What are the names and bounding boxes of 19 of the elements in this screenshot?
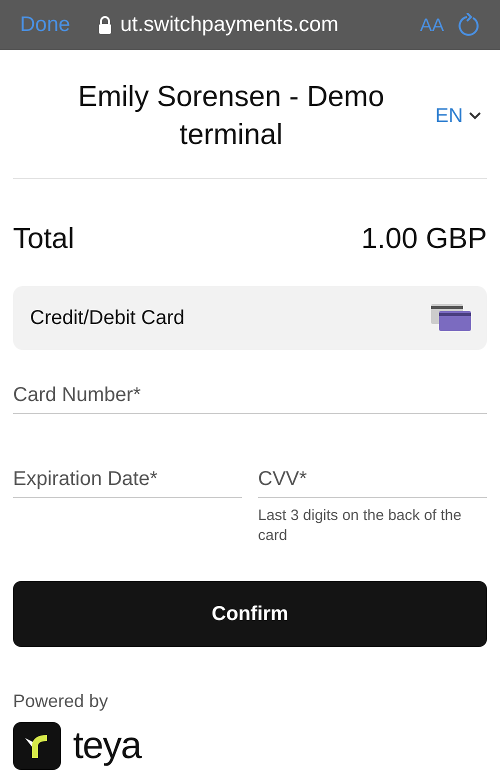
brand-name: teya bbox=[73, 724, 141, 768]
merchant-title: Emily Sorensen - Demo terminal bbox=[76, 80, 386, 153]
reload-icon[interactable] bbox=[458, 13, 480, 37]
payment-method-label: Credit/Debit Card bbox=[30, 306, 185, 330]
lock-icon bbox=[98, 16, 112, 34]
total-label: Total bbox=[13, 223, 74, 256]
powered-by-text: Powered by bbox=[13, 691, 110, 712]
cvv-field[interactable]: CVV* bbox=[258, 462, 487, 498]
chevron-down-icon bbox=[469, 112, 481, 120]
expiration-date-field[interactable]: Expiration Date* bbox=[13, 462, 242, 498]
language-selector[interactable]: EN bbox=[429, 104, 487, 128]
total-amount: 1.00 GBP bbox=[361, 223, 487, 256]
cvv-hint: Last 3 digits on the back of the card bbox=[258, 506, 462, 546]
url-text[interactable]: ut.switchpayments.com bbox=[120, 13, 338, 37]
confirm-button[interactable]: Confirm bbox=[13, 581, 487, 647]
credit-card-icon bbox=[431, 304, 471, 332]
brand-logo-icon bbox=[13, 722, 61, 770]
payment-method-card[interactable]: Credit/Debit Card bbox=[13, 286, 487, 350]
card-number-field[interactable]: Card Number* bbox=[13, 378, 487, 414]
